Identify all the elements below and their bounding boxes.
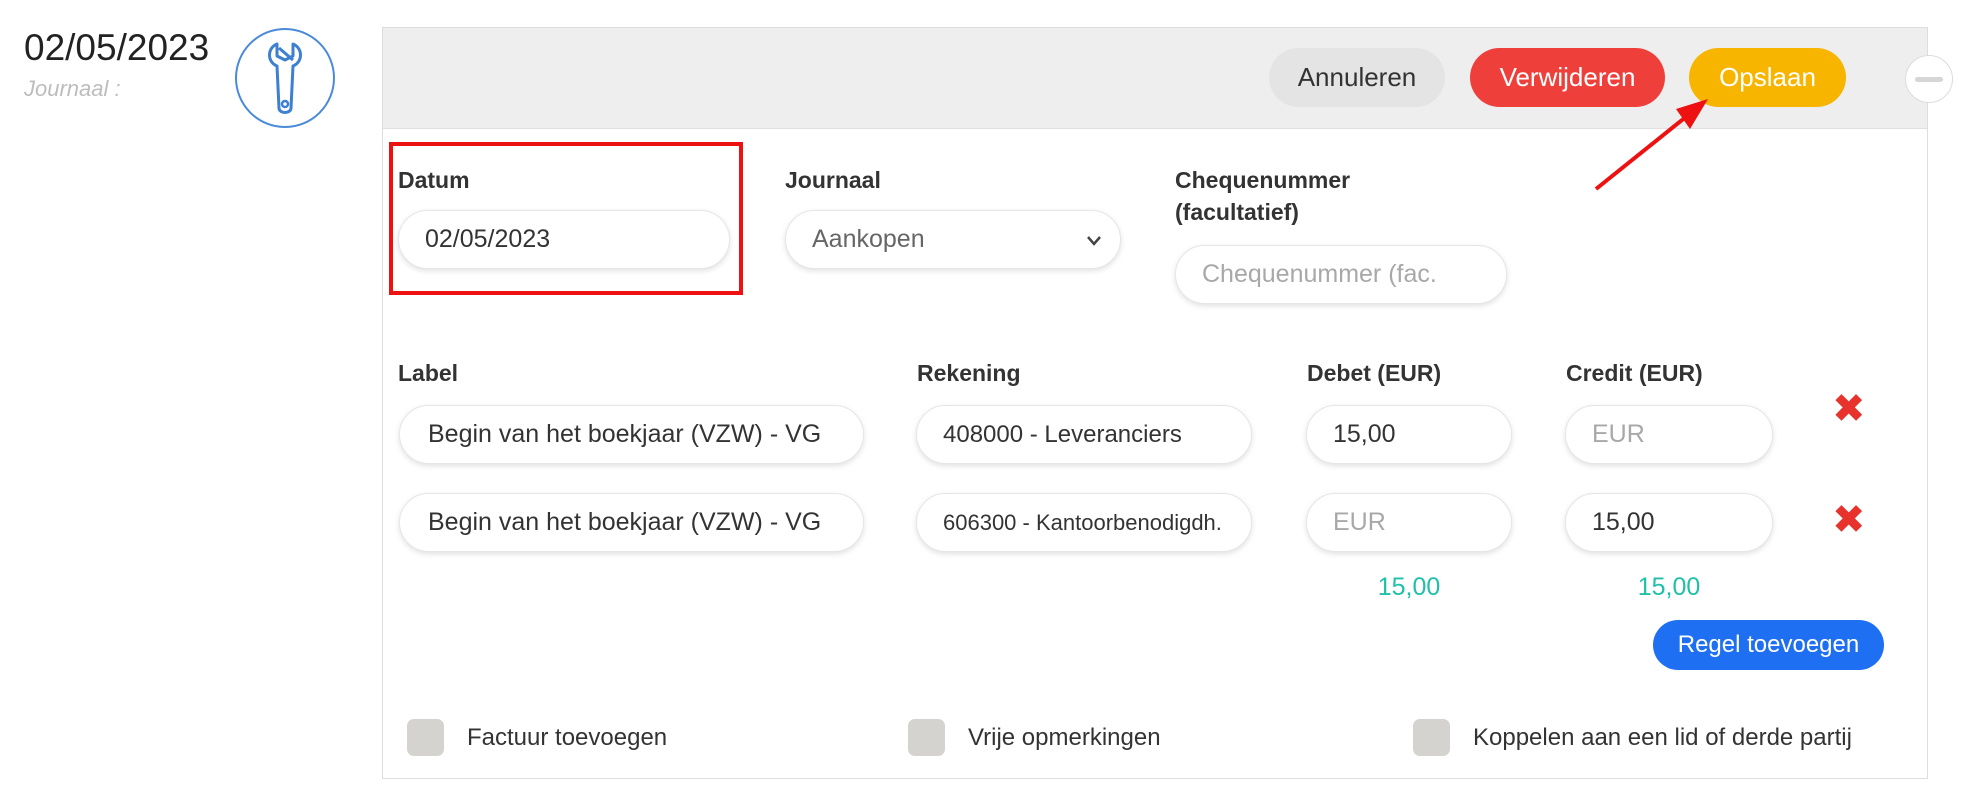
wrench-icon-graphic <box>268 42 302 114</box>
free-remarks-label: Vrije opmerkingen <box>968 724 1161 751</box>
cheque-label: Chequenummer (facultatief) <box>1175 164 1350 228</box>
journal-select-value: Aankopen <box>812 225 925 253</box>
total-credit: 15,00 <box>1637 573 1701 601</box>
row1-account-input[interactable]: 408000 - Leveranciers <box>916 405 1252 464</box>
row2-debit-placeholder: EUR <box>1333 508 1386 536</box>
add-row-button[interactable]: Regel toevoegen <box>1653 620 1884 670</box>
annotation-arrow <box>1594 99 1708 191</box>
row2-account-value: 606300 - Kantoorbenodigdh. <box>943 509 1222 535</box>
entry-date-title: 02/05/2023 <box>24 27 210 68</box>
cheque-input-placeholder: Chequenummer (fac. <box>1202 260 1437 288</box>
row2-account-input[interactable]: 606300 - Kantoorbenodigdh. <box>916 493 1252 552</box>
cancel-button[interactable]: Annuleren <box>1269 48 1445 107</box>
row1-debit-value: 15,00 <box>1333 420 1396 448</box>
row2-delete-icon[interactable]: ✖ <box>1832 500 1866 540</box>
row1-account-value: 408000 - Leveranciers <box>943 420 1182 448</box>
column-header-label: Label <box>398 360 459 386</box>
row1-debit-input[interactable]: 15,00 <box>1306 405 1512 464</box>
cheque-label-line1: Chequenummer <box>1175 167 1351 193</box>
row1-delete-icon[interactable]: ✖ <box>1832 389 1866 429</box>
chevron-down-icon <box>1087 236 1101 246</box>
minus-icon <box>1915 76 1943 82</box>
column-header-account: Rekening <box>917 360 1021 386</box>
link-member-checkbox[interactable] <box>1413 719 1450 756</box>
collapse-button[interactable] <box>1905 55 1953 103</box>
row1-label-input[interactable]: Begin van het boekjaar (VZW) - VG <box>399 405 864 464</box>
cheque-label-line2: (facultatief) <box>1175 199 1299 225</box>
add-invoice-checkbox[interactable] <box>407 719 444 756</box>
row2-label-input[interactable]: Begin van het boekjaar (VZW) - VG <box>399 493 864 552</box>
cheque-input[interactable]: Chequenummer (fac. <box>1175 245 1507 304</box>
journal-label: Journaal <box>785 167 881 193</box>
annotation-highlight-box <box>389 142 743 295</box>
row2-credit-value: 15,00 <box>1592 508 1655 536</box>
column-header-credit: Credit (EUR) <box>1566 360 1703 386</box>
row2-label-value: Begin van het boekjaar (VZW) - VG <box>428 508 822 536</box>
total-debit: 15,00 <box>1377 573 1441 601</box>
row2-credit-input[interactable]: 15,00 <box>1565 493 1773 552</box>
link-member-label: Koppelen aan een lid of derde partij <box>1473 724 1852 751</box>
wrench-icon <box>235 28 335 128</box>
column-header-debit: Debet (EUR) <box>1307 360 1442 386</box>
row2-debit-input[interactable]: EUR <box>1306 493 1512 552</box>
row1-credit-input[interactable]: EUR <box>1565 405 1773 464</box>
free-remarks-checkbox[interactable] <box>908 719 945 756</box>
add-invoice-label: Factuur toevoegen <box>467 724 668 751</box>
row1-label-value: Begin van het boekjaar (VZW) - VG <box>428 420 822 448</box>
journal-subtitle: Journaal : <box>24 76 121 101</box>
row1-credit-placeholder: EUR <box>1592 420 1645 448</box>
journal-select[interactable]: Aankopen <box>785 210 1121 269</box>
